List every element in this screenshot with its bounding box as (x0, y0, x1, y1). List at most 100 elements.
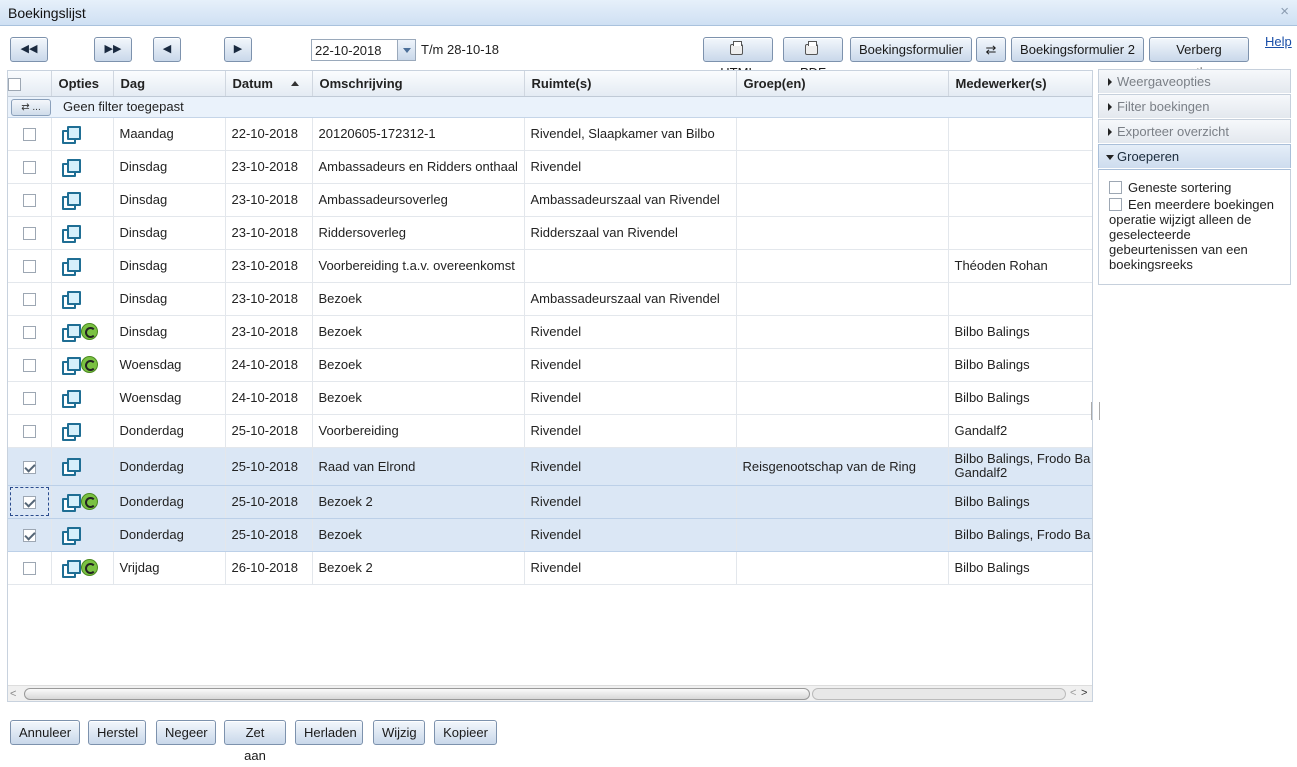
row-select-cell[interactable] (8, 447, 52, 486)
row-checkbox[interactable] (22, 194, 36, 208)
open-booking-icon[interactable] (61, 191, 81, 210)
select-all-header[interactable] (8, 71, 52, 97)
horizontal-scrollbar[interactable]: < < > (8, 685, 1092, 701)
scrollbar-thumb[interactable] (24, 688, 810, 700)
booking-form-2-button[interactable]: Boekingsformulier 2 (1011, 37, 1144, 62)
open-booking-icon[interactable] (61, 493, 81, 512)
open-booking-icon[interactable] (61, 526, 81, 545)
recurrence-icon[interactable] (80, 323, 98, 341)
row-checkbox[interactable] (22, 392, 36, 406)
table-row[interactable]: Dinsdag 23-10-2018 Ambassadeurs en Ridde… (8, 150, 1092, 184)
row-select-cell[interactable] (8, 348, 52, 382)
row-checkbox[interactable] (22, 161, 36, 175)
row-select-cell[interactable] (8, 551, 52, 585)
open-booking-icon[interactable] (61, 323, 81, 342)
recurrence-icon[interactable] (80, 493, 98, 511)
table-row[interactable]: Donderdag 25-10-2018 Voorbereiding Riven… (8, 414, 1092, 448)
nested-sorting-checkbox[interactable] (1109, 181, 1122, 194)
select-all-checkbox[interactable] (8, 77, 21, 91)
table-row-selected[interactable]: Donderdag 25-10-2018 Bezoek Rivendel Bil… (8, 518, 1092, 552)
help-link[interactable]: Help (1265, 34, 1292, 49)
accordion-weergaveopties[interactable]: Weergaveopties (1098, 69, 1291, 93)
reload-button[interactable]: Herladen (295, 720, 363, 745)
col-header-medewerkers[interactable]: Medewerker(s) (948, 71, 1092, 97)
filter-button[interactable]: ⇄ ... (11, 98, 51, 116)
table-row[interactable]: Maandag 22-10-2018 20120605-172312-1 Riv… (8, 117, 1092, 151)
recurrence-icon[interactable] (80, 356, 98, 374)
row-checkbox[interactable] (22, 359, 36, 373)
hide-options-button[interactable]: Verberg opties (1149, 37, 1249, 80)
table-row[interactable]: Dinsdag 23-10-2018 Bezoek Ambassadeursza… (8, 282, 1092, 316)
edit-button[interactable]: Wijzig (373, 720, 425, 745)
col-header-groepen[interactable]: Groep(en) (736, 71, 949, 97)
open-booking-icon[interactable] (61, 257, 81, 276)
copy-button[interactable]: Kopieer (434, 720, 497, 745)
row-select-cell[interactable] (8, 117, 52, 151)
option-nested-sorting[interactable]: Geneste sortering (1109, 180, 1281, 195)
accordion-groeperen[interactable]: Groeperen (1098, 144, 1291, 168)
row-select-cell[interactable] (8, 282, 52, 316)
start-date-field[interactable]: 22-10-2018 (311, 39, 416, 61)
row-checkbox-checked[interactable] (22, 496, 36, 510)
open-booking-icon[interactable] (61, 224, 81, 243)
scrollbar-track[interactable] (812, 688, 1066, 700)
row-select-cell[interactable] (8, 518, 52, 552)
row-checkbox[interactable] (22, 562, 36, 576)
col-header-opties[interactable]: Opties (51, 71, 114, 97)
table-row-selected[interactable]: Donderdag 25-10-2018 Raad van Elrond Riv… (8, 447, 1092, 486)
accordion-filter-boekingen[interactable]: Filter boekingen (1098, 94, 1291, 118)
open-booking-icon[interactable] (61, 458, 81, 477)
table-row[interactable]: Woensdag 24-10-2018 Bezoek Rivendel Bilb… (8, 381, 1092, 415)
row-select-cell[interactable] (8, 315, 52, 349)
pdf-export-button[interactable]: PDF (783, 37, 843, 80)
open-booking-icon[interactable] (61, 290, 81, 309)
open-booking-icon[interactable] (61, 389, 81, 408)
table-row[interactable]: Woensdag 24-10-2018 Bezoek Rivendel Bilb… (8, 348, 1092, 382)
table-row[interactable]: Dinsdag 23-10-2018 Ambassadeursoverleg A… (8, 183, 1092, 217)
open-booking-icon[interactable] (61, 356, 81, 375)
nav-first-button[interactable]: ◀◀ (10, 37, 48, 62)
calendar-dropdown-icon[interactable] (397, 40, 415, 60)
scroll-right-arrow[interactable]: > (1081, 687, 1087, 699)
row-checkbox[interactable] (22, 425, 36, 439)
table-row[interactable]: Dinsdag 23-10-2018 Bezoek Rivendel Bilbo… (8, 315, 1092, 349)
scroll-left-arrow-2[interactable]: < (1070, 687, 1076, 699)
cancel-button[interactable]: Annuleer (10, 720, 80, 745)
col-header-datum[interactable]: Datum (225, 71, 313, 97)
row-select-cell[interactable] (8, 249, 52, 283)
table-row-selected[interactable]: Donderdag 25-10-2018 Bezoek 2 Rivendel B… (8, 485, 1092, 519)
row-select-cell[interactable] (8, 414, 52, 448)
row-checkbox[interactable] (22, 260, 36, 274)
booking-form-button[interactable]: Boekingsformulier (850, 37, 972, 62)
html-export-button[interactable]: HTML (703, 37, 773, 80)
row-checkbox-checked[interactable] (22, 460, 36, 474)
row-checkbox[interactable] (22, 128, 36, 142)
table-row[interactable]: Vrijdag 26-10-2018 Bezoek 2 Rivendel Bil… (8, 551, 1092, 585)
table-row[interactable]: Dinsdag 23-10-2018 Riddersoverleg Ridder… (8, 216, 1092, 250)
row-checkbox[interactable] (22, 227, 36, 241)
row-select-cell[interactable] (8, 150, 52, 184)
col-header-ruimtes[interactable]: Ruimte(s) (524, 71, 737, 97)
recurrence-icon[interactable] (80, 559, 98, 577)
row-checkbox[interactable] (22, 293, 36, 307)
table-row[interactable]: Dinsdag 23-10-2018 Voorbereiding t.a.v. … (8, 249, 1092, 283)
row-select-cell[interactable] (8, 381, 52, 415)
series-edit-checkbox[interactable] (1109, 198, 1122, 211)
open-booking-icon[interactable] (61, 422, 81, 441)
open-booking-icon[interactable] (61, 158, 81, 177)
col-header-omschrijving[interactable]: Omschrijving (312, 71, 525, 97)
close-icon[interactable]: × (1280, 3, 1289, 20)
nav-next-button[interactable]: ▶ (224, 37, 252, 62)
row-select-cell[interactable] (8, 216, 52, 250)
row-checkbox-checked[interactable] (22, 529, 36, 543)
panel-splitter[interactable] (1091, 402, 1100, 420)
restore-button[interactable]: Herstel (88, 720, 146, 745)
swap-icon[interactable]: ⇄ (976, 37, 1006, 62)
enable-button[interactable]: Zet aan (224, 720, 286, 763)
open-booking-icon[interactable] (61, 559, 81, 578)
option-series-edit[interactable]: Een meerdere boekingen operatie wijzigt … (1109, 197, 1281, 272)
nav-prev-button[interactable]: ◀ (153, 37, 181, 62)
nav-last-button[interactable]: ▶▶ (94, 37, 132, 62)
accordion-exporteer-overzicht[interactable]: Exporteer overzicht (1098, 119, 1291, 143)
row-select-cell[interactable] (8, 485, 52, 519)
